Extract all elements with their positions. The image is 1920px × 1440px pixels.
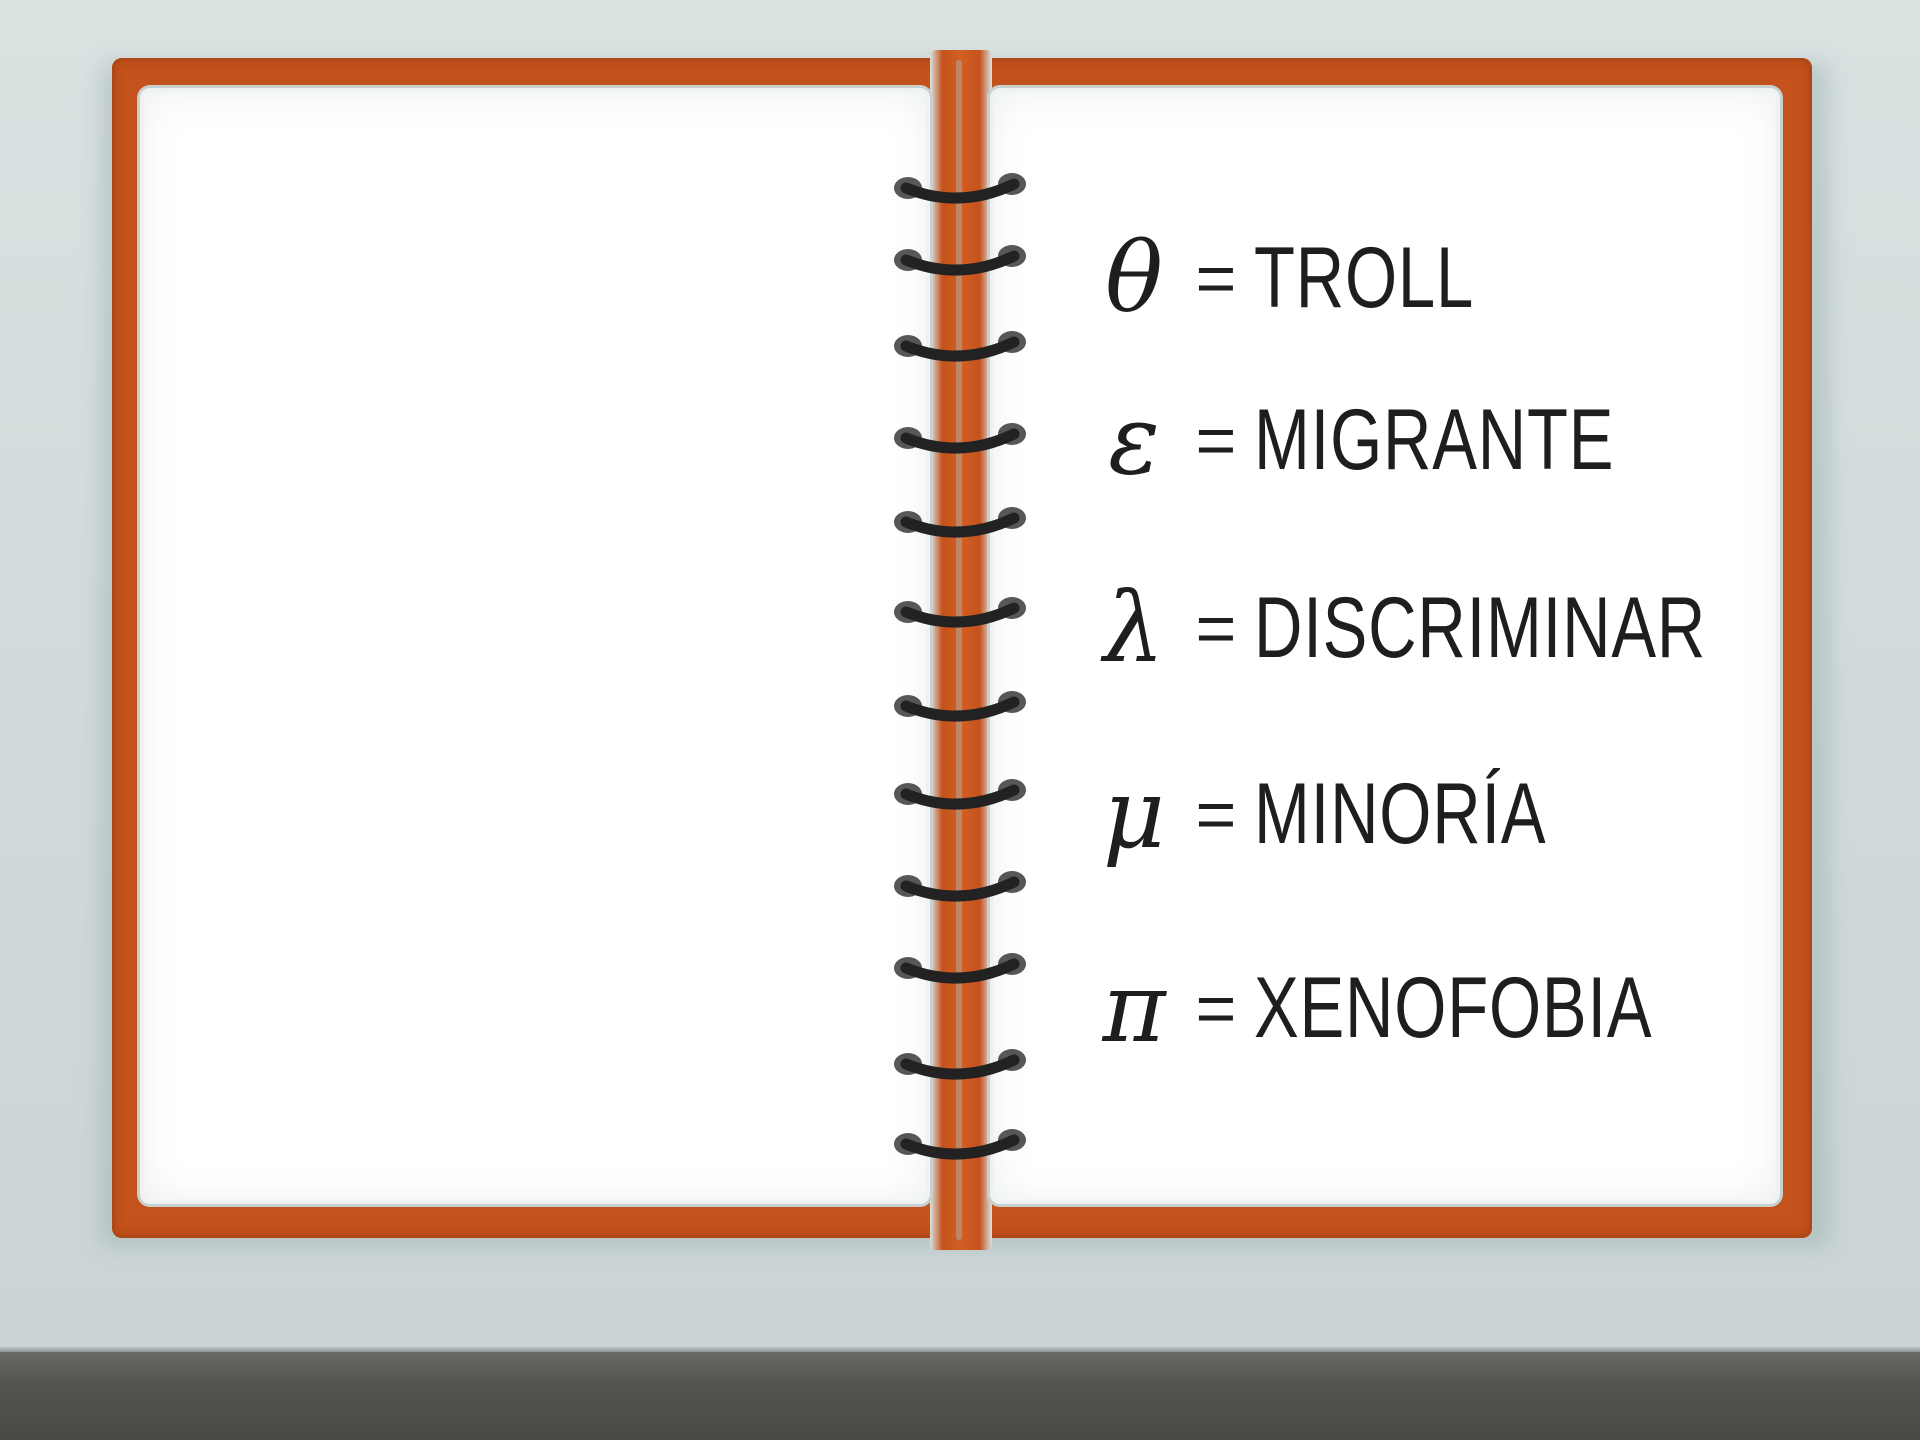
glossary-entry-pi: π = XENOFOBIA <box>1090 960 1765 1056</box>
greek-symbol: π <box>1102 952 1166 1064</box>
binding-ring-icon <box>894 1129 1026 1160</box>
binding-ring-icon <box>894 173 1026 204</box>
equals-sign: = <box>1195 589 1237 667</box>
equals-sign: = <box>1195 401 1237 479</box>
left-page <box>144 92 926 1200</box>
greek-symbol: λ <box>1103 572 1165 684</box>
spiral-binding-icon <box>894 173 1026 1160</box>
binding-ring-icon <box>894 953 1026 984</box>
equals-sign: = <box>1195 775 1237 853</box>
glossary-word: XENOFOBIA <box>1254 960 1653 1056</box>
glossary-entry-lambda: λ = DISCRIMINAR <box>1090 580 1834 676</box>
glossary-entry-epsilon: ε = MIGRANTE <box>1090 392 1716 488</box>
glossary-entry-theta: θ = TROLL <box>1090 230 1536 326</box>
binding-ring-icon <box>894 1049 1026 1080</box>
binding-ring-icon <box>894 597 1026 628</box>
greek-symbol: ε <box>1108 384 1160 496</box>
binding-ring-icon <box>894 871 1026 902</box>
equals-sign: = <box>1195 969 1237 1047</box>
greek-symbol: θ <box>1105 222 1163 334</box>
equals-sign: = <box>1195 239 1237 317</box>
glossary-word: TROLL <box>1254 230 1475 326</box>
binding-ring-icon <box>894 691 1026 722</box>
glossary-word: MINORÍA <box>1254 766 1547 862</box>
glossary-word: DISCRIMINAR <box>1254 580 1707 676</box>
glossary-entry-mu: μ = MINORÍA <box>1090 766 1629 862</box>
wooden-floor <box>0 1352 1920 1440</box>
binding-ring-icon <box>894 507 1026 538</box>
greek-symbol: μ <box>1102 758 1166 870</box>
glossary-word: MIGRANTE <box>1254 392 1615 488</box>
binding-ring-icon <box>894 779 1026 810</box>
binding-ring-icon <box>894 331 1026 362</box>
binding-ring-icon <box>894 245 1026 276</box>
binding-ring-icon <box>894 423 1026 454</box>
